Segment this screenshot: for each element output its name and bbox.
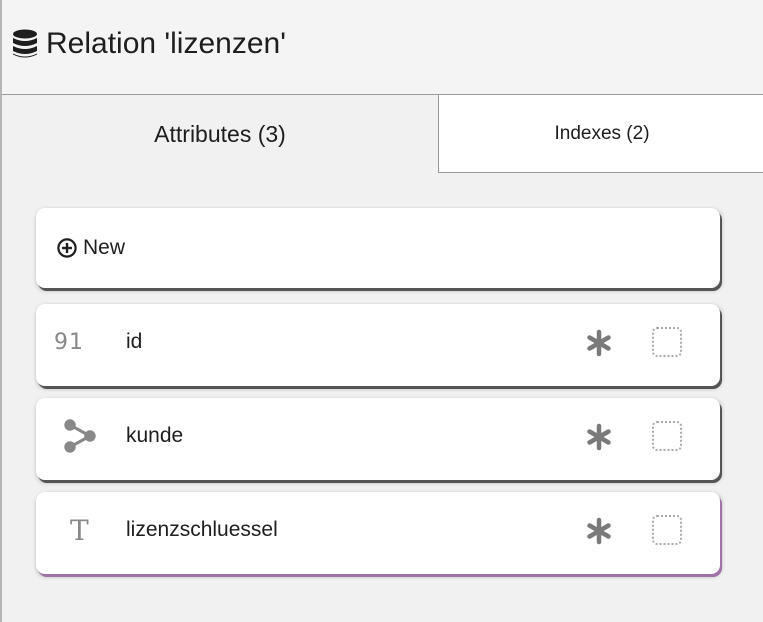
page-title: Relation 'lizenzen' (46, 27, 286, 60)
asterisk-icon (587, 517, 611, 545)
tab-bar: Attributes (3) Indexes (2) (2, 95, 763, 173)
asterisk-icon (587, 423, 611, 451)
database-icon (13, 29, 37, 58)
attribute-name: kunde (126, 424, 184, 447)
attribute-row-kunde[interactable]: kunde (36, 398, 720, 480)
attribute-row-id[interactable]: 91 id (36, 304, 720, 386)
text-type-icon: T (70, 513, 89, 547)
attribute-list: New 91 id kunde T lizenzschluessel (36, 208, 720, 586)
relation-panel: Relation 'lizenzen' Attributes (3) Index… (0, 0, 763, 622)
asterisk-icon (587, 329, 611, 357)
new-attribute-button[interactable]: New (36, 208, 720, 288)
primary-key-checkbox[interactable] (652, 421, 682, 451)
tab-attributes[interactable]: Attributes (3) (2, 95, 439, 173)
attribute-row-lizenzschluessel[interactable]: T lizenzschluessel (36, 492, 720, 574)
tab-indexes[interactable]: Indexes (2) (439, 95, 763, 173)
numeric-type-icon: 91 (54, 329, 84, 355)
relation-header: Relation 'lizenzen' (2, 0, 763, 95)
attribute-name: lizenzschluessel (126, 518, 278, 541)
primary-key-checkbox[interactable] (652, 327, 682, 357)
new-button-label: New (83, 236, 126, 259)
plus-circle-icon (57, 238, 77, 258)
primary-key-checkbox[interactable] (652, 515, 682, 545)
relation-type-icon (64, 419, 96, 453)
attribute-name: id (126, 330, 143, 353)
